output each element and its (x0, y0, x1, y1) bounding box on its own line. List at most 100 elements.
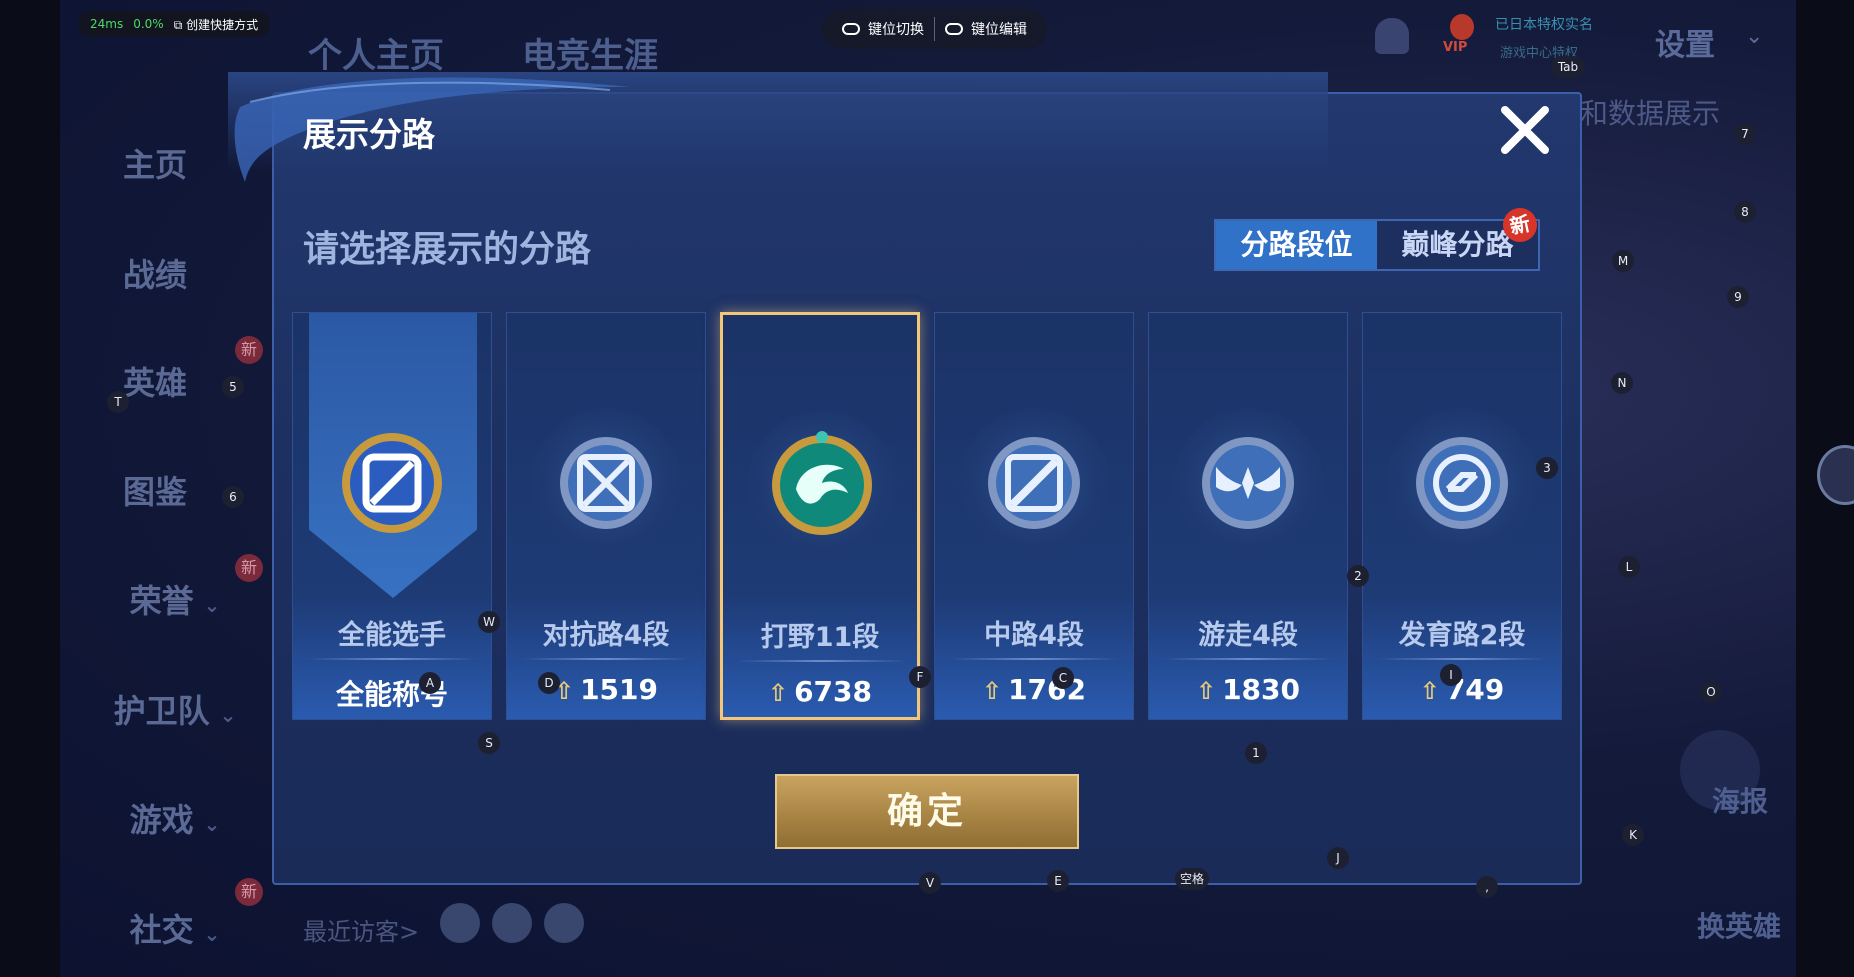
roam-wings-emblem-icon (1202, 437, 1294, 529)
gamepad-icon (842, 23, 860, 35)
sidebar-item-label: 护卫队 (113, 692, 210, 730)
chevron-down-icon: ⌄ (203, 922, 221, 946)
key-hint: E (1047, 870, 1069, 892)
sidebar-item-record[interactable]: 战绩 (55, 250, 255, 296)
key-hint: I (1440, 664, 1462, 686)
sidebar-item-label: 游戏 (129, 801, 194, 839)
card-divider (522, 658, 690, 660)
chevron-down-icon[interactable]: ⌄ (1745, 24, 1763, 49)
card-divider (950, 658, 1118, 660)
new-badge: 新 (235, 336, 263, 364)
sidebar-item-honor[interactable]: 荣誉 ⌄ (75, 576, 275, 622)
farm-lane-emblem-icon (1416, 437, 1508, 529)
visitor-avatar[interactable] (544, 903, 584, 943)
sidebar-item-label: 英雄 (122, 364, 187, 402)
vip-orb-icon (1450, 14, 1474, 40)
lane-card-clash[interactable]: 对抗路4段 ⇧ 1519 (506, 312, 706, 720)
key-hint: N (1611, 372, 1633, 394)
shortcut-icon: ⧉ (173, 17, 183, 32)
card-score: 6738 (794, 675, 873, 708)
card-score-row: ⇧ 6738 (723, 675, 917, 708)
visitor-avatar[interactable] (440, 903, 480, 943)
new-badge: 新 (235, 878, 263, 906)
card-divider (738, 660, 906, 662)
card-score: 1762 (1008, 673, 1087, 706)
sidebar-item-home[interactable]: 主页 (55, 140, 255, 186)
key-hint: Tab (1551, 56, 1585, 78)
gamepad-icon (945, 23, 963, 35)
card-score: 1519 (580, 673, 659, 706)
recent-visitors-link[interactable]: 最近访客> (303, 912, 419, 947)
sidebar-item-social[interactable]: 社交 ⌄ (75, 905, 275, 951)
card-divider (308, 658, 476, 660)
card-rank-label: 发育路2段 (1398, 620, 1526, 651)
key-mapping-bar: 键位切换 键位编辑 (822, 9, 1047, 49)
change-hero-label[interactable]: 换英雄 (1697, 905, 1781, 945)
key-hint: D (538, 672, 560, 694)
key-hint: 7 (1734, 123, 1756, 145)
create-shortcut-link[interactable]: ⧉ 创建快捷方式 (174, 16, 258, 33)
close-icon[interactable] (1495, 100, 1555, 160)
card-divider (1378, 658, 1546, 660)
jungle-dragon-emblem-icon (772, 431, 872, 535)
key-hint: , (1476, 876, 1498, 898)
sidebar-item-label: 主页 (122, 146, 187, 184)
card-score-row: ⇧ 1762 (935, 673, 1133, 706)
key-hint: 8 (1734, 201, 1756, 223)
display-mode-toggle: 分路段位 巅峰分路 (1214, 219, 1540, 271)
shortcut-label: 创建快捷方式 (186, 17, 259, 32)
lane-card-mid[interactable]: 中路4段 ⇧ 1762 (934, 312, 1134, 720)
key-hint: A (419, 672, 441, 694)
key-hint: 3 (1536, 457, 1558, 479)
latency-readout: 24ms (90, 17, 124, 31)
sidebar-item-label: 荣誉 (129, 582, 194, 620)
settings-button[interactable]: 设置 (1655, 20, 1715, 64)
card-score: 全能称号 (335, 678, 448, 711)
sidebar-item-guard-team[interactable]: 护卫队 ⌄ (75, 686, 275, 732)
bell-icon[interactable] (1375, 18, 1409, 54)
floating-control-icon[interactable] (1817, 445, 1854, 505)
confirm-button[interactable]: 确定 (775, 774, 1079, 849)
lane-card-farm[interactable]: 发育路2段 ⇧ 749 (1362, 312, 1562, 720)
key-switch-button[interactable]: 键位切换 (832, 19, 934, 39)
card-score-row: ⇧ 749 (1363, 673, 1561, 706)
lane-card-jungle[interactable]: 打野11段 ⇧ 6738 (720, 312, 920, 720)
rank-up-arrow-icon: ⇧ (1419, 677, 1440, 705)
key-hint: K (1622, 824, 1644, 846)
chevron-down-icon: ⌄ (203, 593, 221, 617)
title-swoosh-decoration (234, 77, 631, 182)
card-score-row: ⇧ 1830 (1149, 673, 1347, 706)
key-hint: O (1700, 681, 1722, 703)
key-hint: 2 (1347, 565, 1369, 587)
chevron-down-icon: ⌄ (219, 703, 237, 727)
key-hint: 空格 (1175, 868, 1209, 890)
dialog-subtitle: 请选择展示的分路 (303, 229, 592, 270)
data-show-label: 和数据展示 (1580, 97, 1721, 130)
vip-status-line1: 已日本特权实名 (1495, 17, 1593, 33)
key-hint: 9 (1727, 286, 1749, 308)
new-badge: 新 (235, 554, 263, 582)
key-edit-button[interactable]: 键位编辑 (935, 19, 1037, 39)
key-hint: F (909, 666, 931, 688)
key-hint: T (107, 391, 129, 413)
card-score-row: ⇧ 1519 (507, 673, 705, 706)
sidebar-item-games[interactable]: 游戏 ⌄ (75, 795, 275, 841)
lane-card-all-round[interactable]: 全能选手 全能称号 (292, 312, 492, 720)
tab-lane-rank[interactable]: 分路段位 (1216, 221, 1377, 269)
key-hint: 1 (1245, 742, 1267, 764)
key-hint: W (478, 611, 500, 633)
sidebar-item-label: 战绩 (122, 256, 187, 294)
card-rank-label: 对抗路4段 (542, 620, 670, 651)
key-hint: J (1327, 847, 1349, 869)
lane-card-roam[interactable]: 游走4段 ⇧ 1830 (1148, 312, 1348, 720)
clash-lane-emblem-icon (560, 437, 652, 529)
all-round-emblem-icon (342, 433, 442, 533)
vip-badge[interactable]: VIP (1443, 40, 1467, 55)
key-switch-label: 键位切换 (868, 22, 924, 38)
visitor-avatar[interactable] (492, 903, 532, 943)
key-hint: V (919, 872, 941, 894)
rank-up-arrow-icon: ⇧ (767, 679, 789, 707)
key-hint: 5 (222, 376, 244, 398)
poster-label[interactable]: 海报 (1712, 780, 1768, 820)
key-hint: C (1052, 667, 1074, 689)
